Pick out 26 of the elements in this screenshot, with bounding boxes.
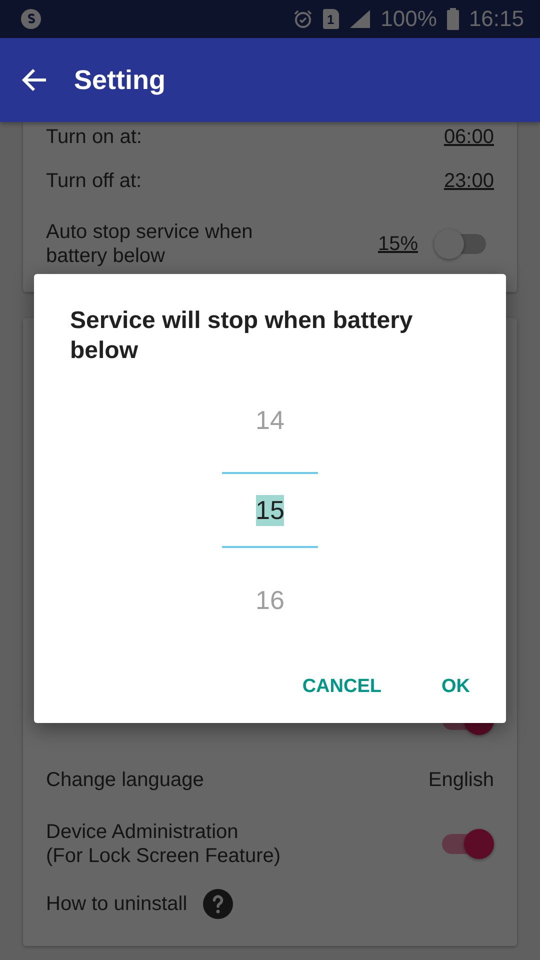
back-arrow-icon[interactable]	[22, 68, 48, 92]
dialog-title: Service will stop when battery below	[70, 306, 414, 366]
time-link[interactable]: 06:00	[444, 126, 494, 148]
sim-icon: 1	[322, 9, 339, 29]
clock-time: 16:15	[468, 6, 524, 32]
setting-label: Auto stop service when battery below	[46, 220, 254, 268]
picker-number[interactable]: 16	[256, 584, 284, 616]
signal-icon	[348, 9, 371, 29]
time-link[interactable]: 23:00	[444, 170, 494, 192]
picker-number[interactable]: 15	[256, 494, 284, 526]
setting-label: Turn on at:	[46, 125, 143, 149]
help-icon[interactable]	[203, 889, 234, 919]
setting-label: Turn off at:	[46, 169, 143, 193]
dialog-button[interactable]: CANCEL	[286, 668, 398, 706]
percent-link[interactable]: 15%	[378, 232, 418, 256]
setting-label: Device Administration (For Lock Screen Feature)	[46, 820, 282, 868]
dialog-button[interactable]: OK	[426, 668, 486, 706]
chat-app-icon	[20, 8, 42, 30]
alarm-icon	[292, 9, 313, 29]
battery-icon	[446, 8, 459, 30]
setting-label: How to uninstall	[46, 892, 188, 916]
picker-number[interactable]: 14	[256, 404, 284, 436]
setting-label: Change language	[46, 768, 205, 792]
screen-title: Setting	[74, 64, 166, 96]
battery-percent: 100%	[380, 6, 437, 32]
language-value[interactable]: English	[428, 768, 494, 792]
